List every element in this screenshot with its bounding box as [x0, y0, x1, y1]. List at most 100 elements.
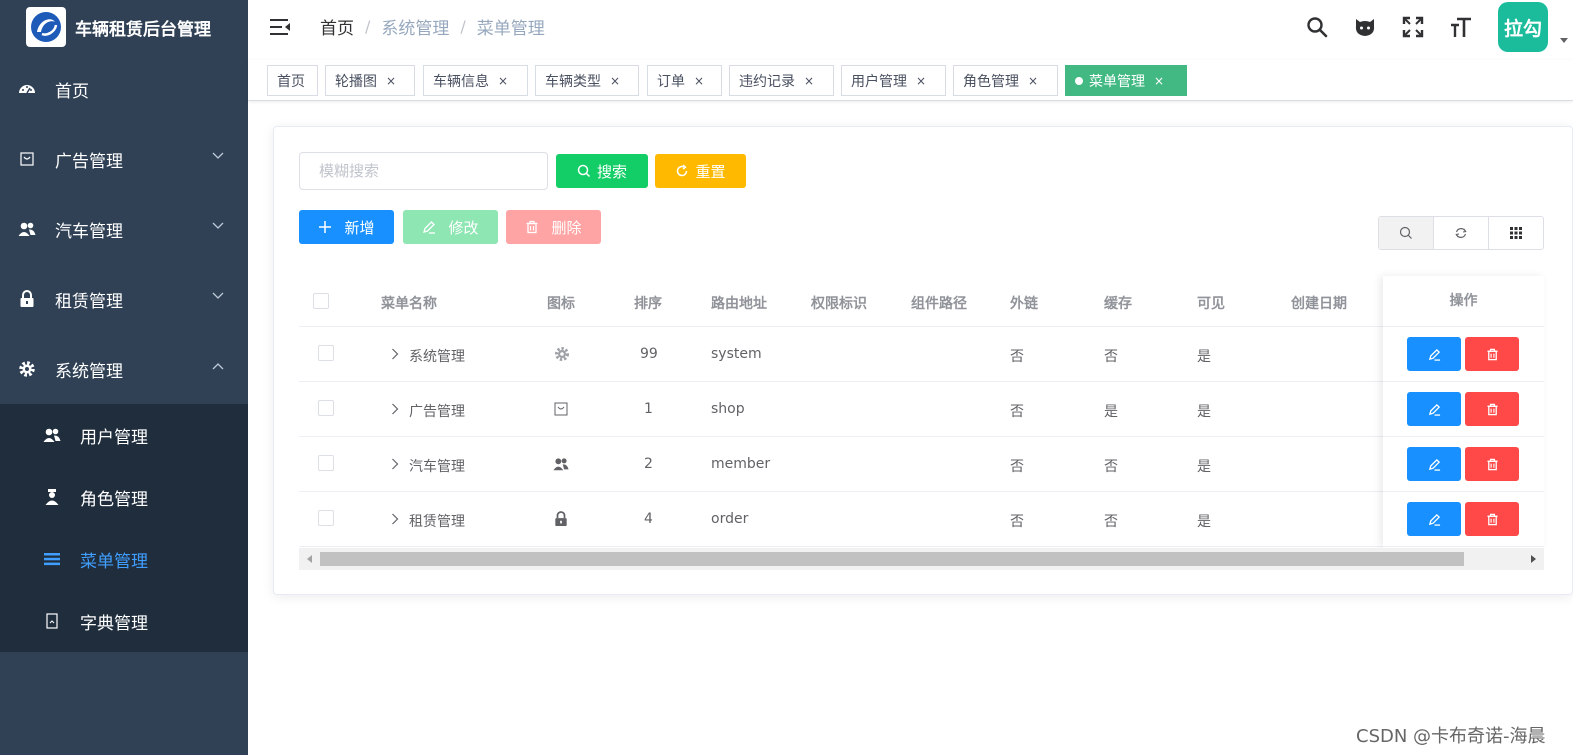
sidebar-item-users[interactable]: 用户管理 [0, 404, 248, 466]
tag-car-type[interactable]: 车辆类型 × [535, 65, 639, 96]
font-size-icon[interactable] [1448, 14, 1474, 40]
close-icon[interactable]: × [694, 74, 704, 88]
close-icon[interactable]: × [916, 74, 926, 88]
row-edit-button[interactable] [1407, 337, 1461, 371]
tag-car-info[interactable]: 车辆信息 × [423, 65, 528, 96]
chevron-right-icon[interactable] [391, 403, 399, 415]
select-all-checkbox[interactable] [313, 293, 329, 309]
tags-view: 首页 轮播图 × 车辆信息 × 车辆类型 × 订单 × 违约记录 × 用户管理 … [248, 60, 1573, 101]
row-edit-button[interactable] [1407, 502, 1461, 536]
sidebar-item-label: 角色管理 [80, 489, 148, 510]
sidebar-item-menus[interactable]: 菜单管理 [0, 528, 248, 590]
close-icon[interactable]: × [386, 74, 396, 88]
sidebar-item-ads[interactable]: 广告管理 [0, 124, 248, 194]
scroll-right-icon[interactable] [1531, 555, 1536, 563]
close-icon[interactable]: × [1028, 74, 1038, 88]
edit-icon [1428, 458, 1440, 471]
row-checkbox[interactable] [318, 345, 334, 361]
sidebar-item-dictionary[interactable]: 字典管理 [0, 590, 248, 652]
chevron-right-icon[interactable] [391, 348, 399, 360]
chevron-right-icon[interactable] [391, 458, 399, 470]
tag-home[interactable]: 首页 [267, 65, 318, 96]
cell-path: system [711, 346, 762, 362]
edit-button[interactable]: 修改 [403, 210, 498, 244]
delete-button[interactable]: 删除 [506, 210, 601, 244]
tag-carousel[interactable]: 轮播图 × [325, 65, 415, 96]
sidebar-item-system[interactable]: 系统管理 [0, 334, 248, 404]
tag-orders[interactable]: 订单 × [647, 65, 722, 96]
row-delete-button[interactable] [1465, 337, 1519, 371]
row-checkbox[interactable] [318, 455, 334, 471]
avatar[interactable]: 拉勾 [1498, 2, 1548, 52]
table-row[interactable]: 广告管理 1 shop 否 是 是 [299, 382, 1544, 437]
cell-visible: 是 [1197, 459, 1211, 475]
table-row[interactable]: 汽车管理 2 member 否 否 是 [299, 437, 1544, 492]
operations-cell [1383, 437, 1544, 492]
gear-icon [18, 360, 36, 378]
toggle-search-button[interactable] [1379, 217, 1434, 249]
search-button[interactable]: 搜索 [556, 154, 648, 188]
cell-sort: 2 [644, 456, 653, 472]
hamburger-icon[interactable] [268, 15, 292, 39]
columns-button[interactable] [1489, 217, 1543, 249]
search-input[interactable] [299, 152, 548, 190]
github-icon[interactable] [1352, 14, 1378, 40]
logo[interactable]: 车辆租赁后台管理 [0, 0, 248, 54]
tag-menus[interactable]: 菜单管理 × [1065, 65, 1187, 96]
sidebar-item-label: 用户管理 [80, 427, 148, 448]
tag-roles[interactable]: 角色管理 × [953, 65, 1058, 96]
refresh-icon [675, 164, 689, 178]
lock-icon [18, 290, 36, 308]
search-icon [577, 164, 591, 178]
lock-icon [554, 511, 568, 531]
sidebar-item-roles[interactable]: 角色管理 [0, 466, 248, 528]
app-root: 车辆租赁后台管理 首页 广告管理 汽车管理 租赁管理 系统管理 用户管理 角色管… [0, 0, 1573, 755]
cell-external: 否 [1010, 404, 1024, 420]
members-icon [18, 220, 36, 238]
row-delete-button[interactable] [1465, 447, 1519, 481]
breadcrumb-current: 菜单管理 [476, 19, 545, 39]
fullscreen-icon[interactable] [1400, 14, 1426, 40]
operations-cell [1383, 492, 1544, 547]
caret-down-icon[interactable] [1560, 38, 1568, 43]
system-submenu: 用户管理 角色管理 菜单管理 字典管理 [0, 404, 248, 652]
refresh-icon [1455, 228, 1467, 238]
close-icon[interactable]: × [498, 74, 508, 88]
close-icon[interactable]: × [1154, 74, 1164, 88]
row-checkbox[interactable] [318, 510, 334, 526]
main-card: 搜索 重置 新增 修改 删除 [273, 126, 1573, 595]
scrollbar-thumb[interactable] [320, 552, 1464, 566]
tag-label: 违约记录 [739, 73, 795, 90]
scroll-left-icon[interactable] [307, 555, 312, 563]
chevron-right-icon[interactable] [391, 513, 399, 525]
operations-cell [1383, 382, 1544, 437]
row-edit-button[interactable] [1407, 392, 1461, 426]
sidebar-item-label: 菜单管理 [80, 551, 148, 572]
sidebar-item-rental[interactable]: 租赁管理 [0, 264, 248, 334]
table-row[interactable]: 租赁管理 4 order 否 否 是 [299, 492, 1544, 547]
cell-name: 广告管理 [409, 404, 465, 420]
search-button-label: 搜索 [596, 162, 627, 181]
table-row[interactable]: 系统管理 99 system 否 否 是 [299, 327, 1544, 382]
tag-label: 菜单管理 [1089, 73, 1145, 90]
add-button[interactable]: 新增 [299, 210, 394, 244]
sidebar-item-cars[interactable]: 汽车管理 [0, 194, 248, 264]
search-icon[interactable] [1304, 14, 1330, 40]
close-icon[interactable]: × [610, 74, 620, 88]
edit-icon [1428, 348, 1440, 361]
breadcrumb-separator: / [365, 17, 371, 36]
row-checkbox[interactable] [318, 400, 334, 416]
row-delete-button[interactable] [1465, 392, 1519, 426]
row-delete-button[interactable] [1465, 502, 1519, 536]
close-icon[interactable]: × [804, 74, 814, 88]
tag-users[interactable]: 用户管理 × [841, 65, 946, 96]
reset-button[interactable]: 重置 [655, 154, 746, 188]
row-edit-button[interactable] [1407, 447, 1461, 481]
horizontal-scrollbar[interactable] [299, 548, 1544, 570]
operations-column: 操作 [1383, 276, 1544, 548]
refresh-button[interactable] [1434, 217, 1489, 249]
cell-name: 汽车管理 [409, 459, 465, 475]
sidebar-item-home[interactable]: 首页 [0, 54, 248, 124]
breadcrumb-home[interactable]: 首页 [320, 14, 354, 39]
tag-violations[interactable]: 违约记录 × [729, 65, 834, 96]
